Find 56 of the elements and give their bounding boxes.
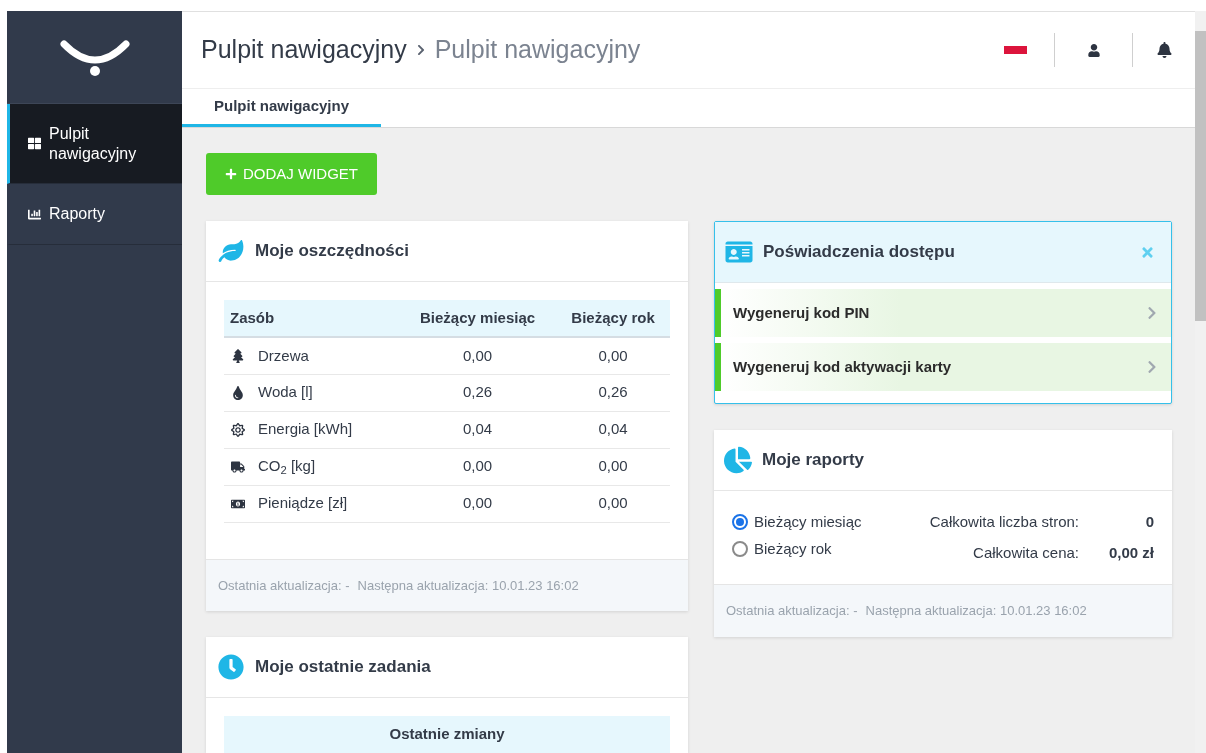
radio-option[interactable]: Bieżący rok	[732, 537, 892, 560]
sun-icon	[231, 422, 245, 437]
plus-icon	[225, 168, 237, 180]
table-cell: 0,00	[462, 457, 493, 475]
column-header: Bieżący rok	[556, 300, 670, 337]
table-cell: 0,26	[598, 383, 628, 401]
pie-chart-icon	[724, 446, 752, 474]
column-header: Zasób	[224, 300, 400, 337]
notification-bell-icon[interactable]	[1156, 42, 1172, 59]
flag-icon[interactable]	[1004, 46, 1027, 55]
table-cell: 0,00	[462, 346, 493, 364]
table-cell: 0,26	[462, 383, 493, 401]
column-header: Ostatnie zmiany	[389, 724, 505, 745]
stat-label: Całkowita liczba stron:	[929, 512, 1079, 532]
table-cell: 0,00	[598, 457, 628, 475]
table-cell: 0,00	[462, 494, 493, 512]
bar-chart-icon	[28, 207, 41, 221]
widget-title: Moje ostatnie zadania	[255, 656, 431, 679]
credential-item[interactable]: Wygeneruj kod PIN	[715, 289, 1171, 337]
leaf-icon	[218, 240, 244, 262]
stat-value: 0	[1144, 512, 1154, 532]
resource-name: Pieniądze [zł]	[258, 493, 348, 514]
tab[interactable]: Pulpit nawigacyjny	[182, 89, 381, 127]
resource-name: Woda [l]	[258, 382, 313, 403]
resource-name: CO$_{2}$ [kg]	[258, 456, 316, 478]
scrollbar[interactable]	[1195, 11, 1206, 753]
breadcrumb-link[interactable]: Pulpit nawigacyjny	[201, 31, 407, 69]
next-update-text: Następna aktualizacja: 10.01.23 16:02	[865, 602, 1087, 620]
breadcrumb-current: Pulpit nawigacyjny	[434, 34, 641, 66]
chevron-icon	[1147, 306, 1157, 320]
grid-icon	[28, 137, 41, 150]
resource-name: Energia [kWh]	[258, 419, 353, 440]
table-cell: 0,00	[598, 494, 628, 512]
tree-icon	[231, 348, 245, 363]
table-cell: 0,00	[598, 346, 628, 364]
credential-item[interactable]: Wygeneruj kod aktywacji karty	[715, 343, 1171, 391]
column-header: Bieżący miesiąc	[399, 300, 557, 337]
widget-title: Poświadczenia dostępu	[763, 241, 956, 264]
drop-icon	[231, 385, 245, 400]
last-update-text: Ostatnia aktualizacja: -	[726, 602, 858, 620]
widget-title: Moje raporty	[762, 449, 865, 472]
last-update-text: Ostatnia aktualizacja: -	[218, 576, 350, 595]
sidebar-item[interactable]: Pulpit nawigacyjny	[7, 104, 182, 184]
resource-name: Drzewa	[258, 345, 309, 366]
truck-icon	[231, 459, 245, 474]
id-card-icon	[725, 240, 753, 264]
table-cell: 0,04	[462, 420, 493, 438]
clock-icon	[218, 654, 244, 680]
stat-label: Całkowita cena:	[973, 542, 1079, 563]
table-cell: 0,04	[598, 420, 628, 438]
user-icon[interactable]	[1087, 43, 1100, 57]
widget-title: Moje oszczędności	[255, 240, 409, 263]
chevron-icon	[1147, 360, 1157, 374]
radio-option[interactable]: Bieżący miesiąc	[732, 511, 892, 534]
stat-value: 0,00 zł	[1107, 542, 1154, 563]
next-update-text: Następna aktualizacja: 10.01.23 16:02	[357, 576, 579, 595]
